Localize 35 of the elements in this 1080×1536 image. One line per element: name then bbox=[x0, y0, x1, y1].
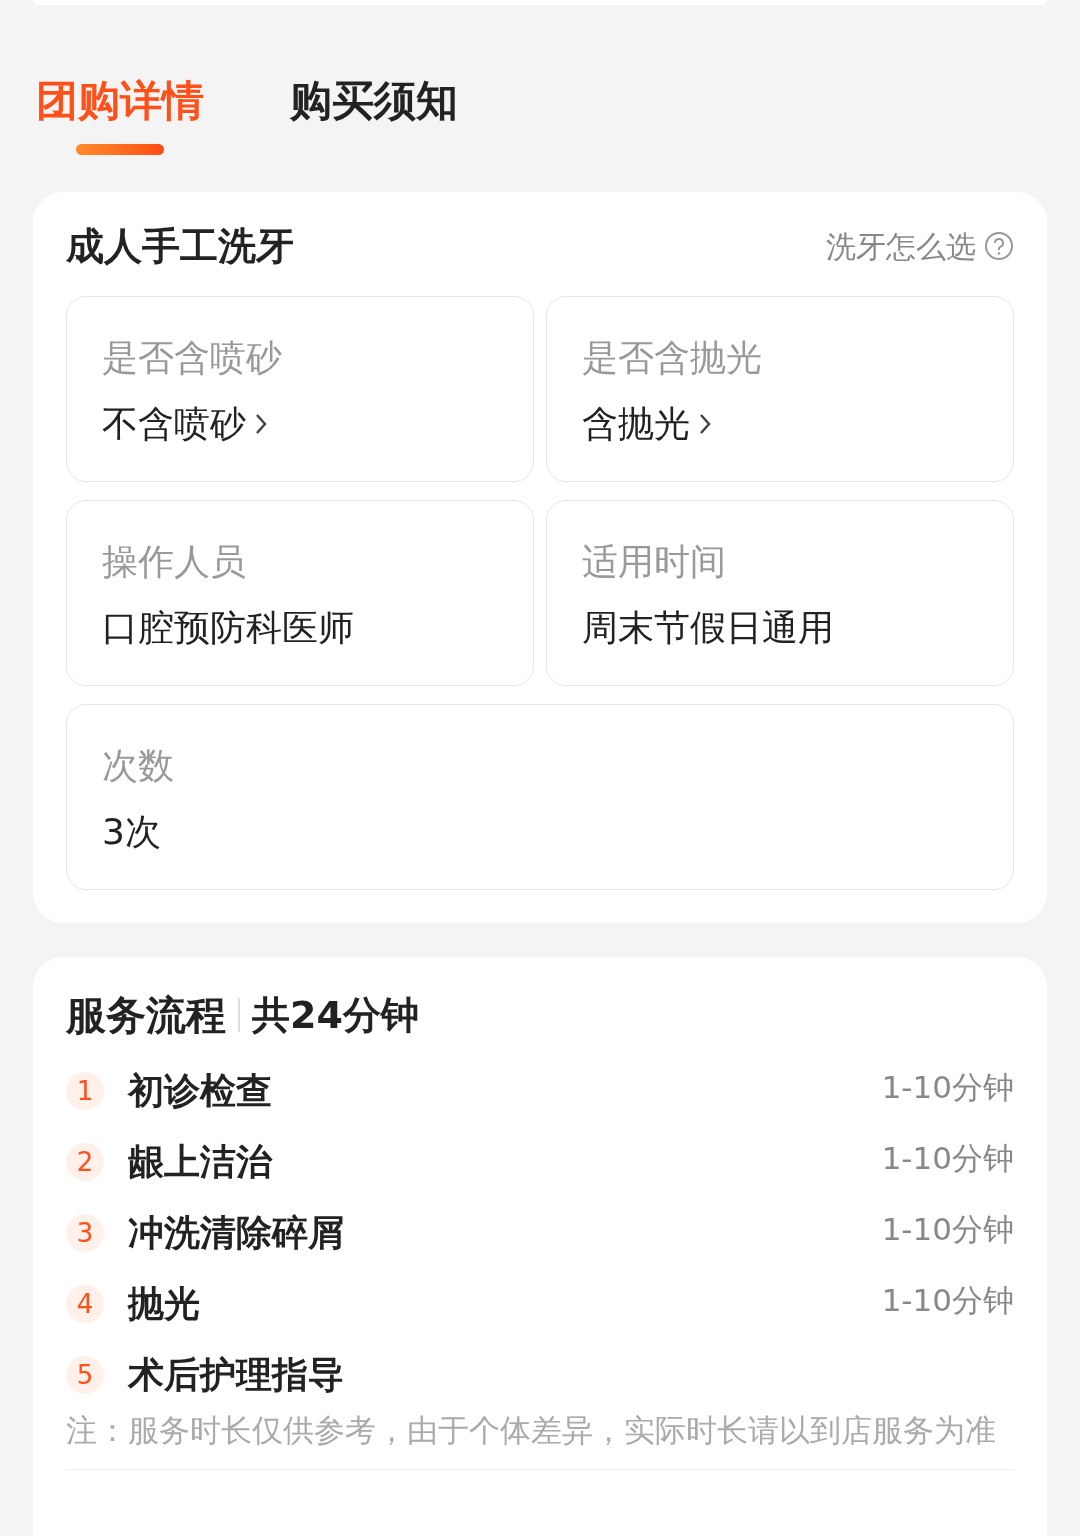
option-value: 不含喷砂 bbox=[102, 402, 246, 446]
card-title: 服务流程 bbox=[66, 991, 226, 1040]
step-name: 龈上洁治 bbox=[128, 1140, 272, 1184]
tab[interactable]: 购买须知 bbox=[290, 71, 458, 131]
step-name: 术后护理指导 bbox=[128, 1353, 344, 1397]
total-duration: 共24分钟 bbox=[252, 992, 419, 1039]
step-number: 1 bbox=[66, 1072, 104, 1110]
option-value: 含抛光 bbox=[582, 402, 690, 446]
step-duration: 1-10分钟 bbox=[881, 1139, 1014, 1178]
option-tile[interactable]: 是否含抛光 含抛光 bbox=[546, 296, 1014, 482]
card-title: 成人手工洗牙 bbox=[66, 223, 294, 270]
step-duration: 1-10分钟 bbox=[881, 1281, 1014, 1320]
step-number: 2 bbox=[66, 1143, 104, 1181]
chevron-icon bbox=[254, 412, 268, 436]
option-tile[interactable]: 是否含喷砂 不含喷砂 bbox=[66, 296, 534, 482]
step-number: 4 bbox=[66, 1285, 104, 1323]
help-icon bbox=[984, 231, 1014, 261]
option-label: 次数 bbox=[102, 744, 175, 788]
option-label: 操作人员 bbox=[102, 540, 247, 584]
step-duration: 1-10分钟 bbox=[881, 1068, 1014, 1107]
step-number: 3 bbox=[66, 1214, 104, 1252]
step-name: 初诊检查 bbox=[128, 1069, 272, 1113]
step-name: 冲洗清除碎屑 bbox=[128, 1211, 344, 1255]
option-label: 是否含抛光 bbox=[582, 336, 763, 380]
step-number: 5 bbox=[66, 1356, 104, 1394]
help-link[interactable]: 洗牙怎么选 bbox=[826, 223, 1014, 269]
note-text: 注：服务时长仅供参考，由于个体差异，实际时长请以到店服务为准 bbox=[66, 1409, 1014, 1470]
option-value: 周末节假日通用 bbox=[582, 606, 834, 650]
chevron-icon bbox=[698, 412, 712, 436]
step-name: 抛光 bbox=[128, 1282, 200, 1326]
option-label: 适用时间 bbox=[582, 540, 727, 584]
option-value: 口腔预防科医师 bbox=[102, 606, 354, 650]
option-value: 3次 bbox=[102, 810, 161, 854]
option-label: 是否含喷砂 bbox=[102, 336, 283, 380]
step-duration: 1-10分钟 bbox=[881, 1210, 1014, 1249]
